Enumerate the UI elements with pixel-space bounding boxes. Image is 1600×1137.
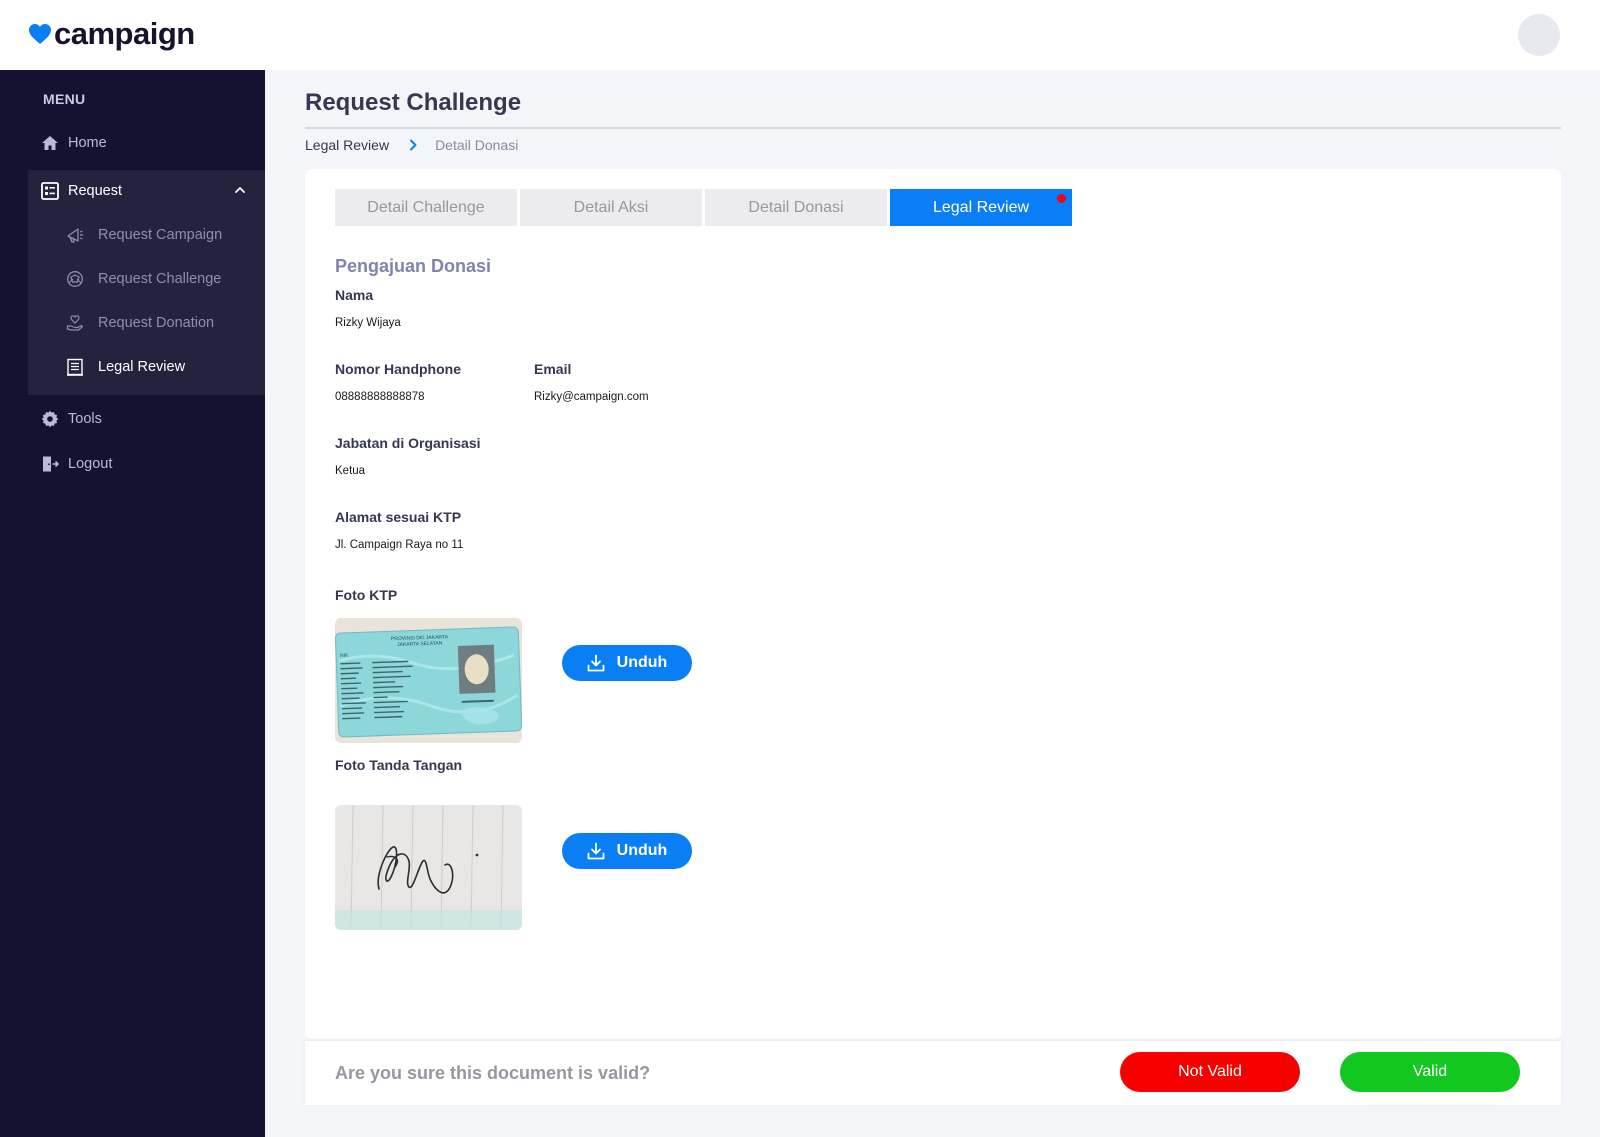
download-icon [587,654,605,672]
breadcrumb: Legal Review Detail Donasi [305,137,518,153]
sidebar-item-request-donation[interactable]: Request Donation [28,303,265,343]
tab-label: Detail Donasi [748,198,844,216]
download-ktp-button[interactable]: Unduh [562,645,692,681]
chevron-right-icon [410,139,417,151]
tab-detail-donasi[interactable]: Detail Donasi [705,189,887,226]
ktp-nik-label: NIK [340,653,349,659]
chevron-up-icon[interactable] [234,184,246,196]
valid-button[interactable]: Valid [1340,1052,1520,1092]
tab-label: Detail Aksi [573,198,649,216]
sidebar-item-legal-review[interactable]: Legal Review [28,347,265,387]
home-icon [41,134,59,152]
nama-label: Nama [335,287,374,303]
tab-bar: Detail Challenge Detail Aksi Detail Dona… [335,189,1075,226]
sidebar-item-label: Home [68,135,107,151]
tab-label: Legal Review [932,198,1030,216]
email-label: Email [534,361,572,377]
badge-icon [66,270,84,288]
page-title: Request Challenge [305,89,522,116]
email-value: Rizky@campaign.com [534,391,649,403]
logo-text: campaign [54,16,195,51]
nama-value: Rizky Wijaya [335,317,401,329]
heart-logo-icon [29,24,51,44]
content-card: Detail Challenge Detail Aksi Detail Dona… [305,169,1561,1039]
logout-icon [41,455,59,473]
sidebar-item-request-challenge[interactable]: Request Challenge [28,259,265,299]
confirm-bar: Are you sure this document is valid? Not… [305,1041,1561,1105]
sidebar-request-group: Request Request Campaign Request Challen… [28,170,265,395]
document-list-icon [41,182,59,200]
ktp-card-header: PROVINSI DKI JAKARTA JAKARTA SELATAN [391,634,449,648]
sidebar-item-label: Request Challenge [98,271,222,287]
sidebar-item-label: Request Donation [98,315,215,331]
jabatan-value: Ketua [335,465,366,477]
breadcrumb-item-current: Detail Donasi [435,137,519,153]
sidebar-item-label: Logout [68,456,113,472]
sidebar-item-request[interactable]: Request [28,170,265,212]
section-title: Pengajuan Donasi [335,256,492,276]
alamat-value: Jl. Campaign Raya no 11 [335,539,464,551]
signature-photo-label: Foto Tanda Tangan [335,757,463,773]
sidebar-item-label: Tools [68,411,102,427]
avatar[interactable] [1518,14,1560,56]
breadcrumb-item-legal-review[interactable]: Legal Review [305,137,389,153]
document-icon [66,358,84,376]
not-valid-button[interactable]: Not Valid [1120,1052,1300,1092]
download-label: Unduh [616,842,668,859]
menu-title: MENU [43,91,86,107]
download-signature-button[interactable]: Unduh [562,833,692,869]
donation-hand-icon [66,314,84,332]
top-bar: campaign [0,0,1600,70]
gear-icon [41,410,59,428]
sidebar-item-request-campaign[interactable]: Request Campaign [28,215,265,255]
tab-label: Detail Challenge [367,198,485,216]
download-icon [587,842,605,860]
sidebar: MENU Home Request Request Campaign Reque… [0,70,265,1137]
sidebar-item-label: Legal Review [98,359,186,375]
phone-label: Nomor Handphone [335,361,461,377]
tab-detail-challenge[interactable]: Detail Challenge [335,189,517,226]
logo[interactable]: campaign [28,16,195,52]
phone-value: 08888888888878 [335,391,425,403]
ktp-photo: PROVINSI DKI JAKARTA JAKARTA SELATAN NIK [335,618,522,743]
alamat-label: Alamat sesuai KTP [335,509,462,525]
sidebar-item-home[interactable]: Home [0,123,265,163]
tab-detail-aksi[interactable]: Detail Aksi [520,189,702,226]
title-divider [305,127,1561,129]
tab-legal-review[interactable]: Legal Review [890,189,1072,226]
megaphone-icon [66,226,84,244]
notification-dot [1057,194,1066,203]
download-label: Unduh [616,654,668,671]
sidebar-item-logout[interactable]: Logout [0,444,265,484]
jabatan-label: Jabatan di Organisasi [335,435,481,451]
ktp-photo-label: Foto KTP [335,587,398,603]
sidebar-item-label: Request [68,183,123,199]
confirm-question: Are you sure this document is valid? [335,1063,651,1083]
signature-photo [335,805,522,930]
sidebar-item-label: Request Campaign [98,227,223,243]
sidebar-item-tools[interactable]: Tools [0,399,265,439]
